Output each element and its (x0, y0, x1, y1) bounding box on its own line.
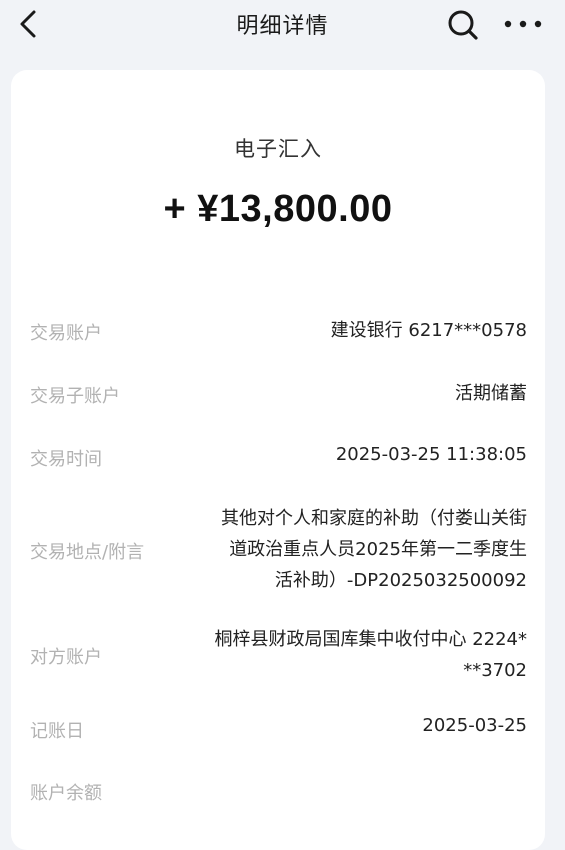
sub-account-label: 交易子账户 (30, 386, 120, 407)
search-icon (448, 10, 478, 40)
counterparty-value: 桐梓县财政局国库集中收付中心 2224* **3702 (177, 624, 527, 686)
posting-date-value: 2025-03-25 (422, 715, 527, 736)
account-label: 交易账户 (30, 323, 102, 344)
sub-account-value: 活期储蓄 (455, 383, 527, 404)
note-line: 活补助）-DP2025032500092 (274, 570, 527, 591)
time-value: 2025-03-25 11:38:05 (335, 444, 527, 465)
top-nav-bar: 明细详情 (0, 0, 565, 48)
counterparty-label: 对方账户 (30, 647, 102, 668)
transaction-type: 电子汇入 (234, 137, 322, 161)
time-label: 交易时间 (30, 449, 102, 470)
counterparty-line: **3702 (463, 660, 527, 681)
balance-label: 账户余额 (30, 783, 102, 804)
posting-date-label: 记账日 (30, 721, 84, 742)
account-value: 建设银行 6217***0578 (330, 320, 527, 341)
note-line: 其他对个人和家庭的补助（付娄山关街 (221, 508, 527, 529)
counterparty-line: 桐梓县财政局国库集中收付中心 2224* (214, 629, 527, 650)
transaction-amount: + ¥13,800.00 (163, 188, 393, 230)
search-button[interactable] (444, 6, 482, 44)
chevron-left-icon (20, 10, 36, 38)
more-button[interactable] (500, 6, 546, 42)
note-label: 交易地点/附言 (30, 542, 145, 563)
back-button[interactable] (10, 6, 46, 42)
transaction-detail-card: 电子汇入 + ¥13,800.00 交易账户 建设银行 6217***0578 … (11, 70, 545, 850)
note-value: 其他对个人和家庭的补助（付娄山关街 道政治重点人员2025年第一二季度生 活补助… (177, 503, 527, 596)
more-horizontal-icon (504, 20, 542, 28)
note-line: 道政治重点人员2025年第一二季度生 (229, 539, 527, 560)
